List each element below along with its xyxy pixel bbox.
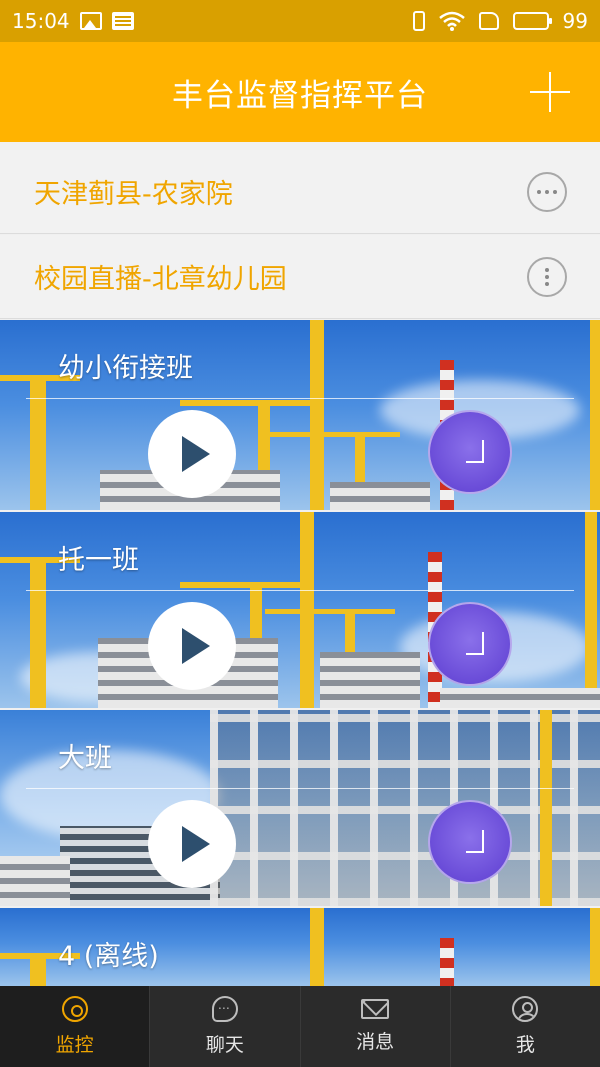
camera-icon	[61, 996, 88, 1022]
clock-icon	[482, 830, 484, 852]
wifi-icon	[438, 11, 465, 31]
tab-label: 聊天	[205, 1034, 244, 1056]
camera-card[interactable]: 幼小衔接班	[0, 320, 600, 510]
user-icon	[512, 996, 539, 1022]
page-title: 丰台监督指挥平台	[172, 77, 428, 114]
tab-label: 监控	[55, 1034, 94, 1056]
play-button[interactable]	[148, 410, 236, 498]
vibrate-icon	[412, 11, 425, 31]
camera-card[interactable]: 大班	[0, 710, 600, 906]
playback-button[interactable]	[428, 602, 512, 686]
clock-icon	[482, 440, 484, 462]
chat-icon	[211, 996, 238, 1022]
news-icon	[111, 12, 134, 30]
playback-button[interactable]	[428, 410, 512, 494]
more-horizontal-icon	[537, 190, 541, 194]
camera-card[interactable]: 托一班	[0, 512, 600, 708]
divider	[26, 398, 574, 399]
tab-me[interactable]: 我	[451, 986, 600, 1067]
add-button[interactable]	[530, 72, 570, 112]
battery-icon	[512, 12, 552, 30]
camera-card[interactable]: 4 (离线)	[0, 908, 600, 986]
group-row-0[interactable]: 天津蓟县-农家院	[0, 150, 600, 234]
divider	[26, 788, 574, 789]
group-menu-button[interactable]	[527, 172, 567, 212]
app-header: 丰台监督指挥平台	[0, 42, 600, 142]
image-icon	[79, 12, 102, 30]
battery-level: 99	[562, 9, 588, 33]
camera-title: 大班	[58, 743, 112, 774]
bottom-nav: 监控 聊天 消息 我	[0, 986, 600, 1067]
camera-title: 4 (离线)	[58, 941, 159, 972]
play-button[interactable]	[148, 800, 236, 888]
group-row-1[interactable]: 校园直播-北章幼儿园	[0, 235, 600, 319]
group-menu-button[interactable]	[527, 257, 567, 297]
group-label: 天津蓟县-农家院	[34, 179, 233, 210]
play-button[interactable]	[148, 602, 236, 690]
mail-icon	[361, 999, 390, 1019]
sim-icon	[478, 12, 499, 30]
tab-label: 消息	[356, 1031, 395, 1053]
clock-icon	[482, 632, 484, 654]
status-time: 15:04	[12, 9, 70, 33]
playback-button[interactable]	[428, 800, 512, 884]
divider	[26, 590, 574, 591]
tab-chat[interactable]: 聊天	[150, 986, 299, 1067]
tab-messages[interactable]: 消息	[301, 986, 450, 1067]
status-bar: 15:04 99	[0, 0, 600, 42]
group-label: 校园直播-北章幼儿园	[34, 264, 287, 295]
camera-title: 托一班	[58, 545, 139, 576]
camera-title: 幼小衔接班	[58, 353, 193, 384]
tab-label: 我	[515, 1034, 535, 1056]
more-vertical-icon	[545, 268, 549, 272]
tab-monitor[interactable]: 监控	[0, 986, 150, 1067]
